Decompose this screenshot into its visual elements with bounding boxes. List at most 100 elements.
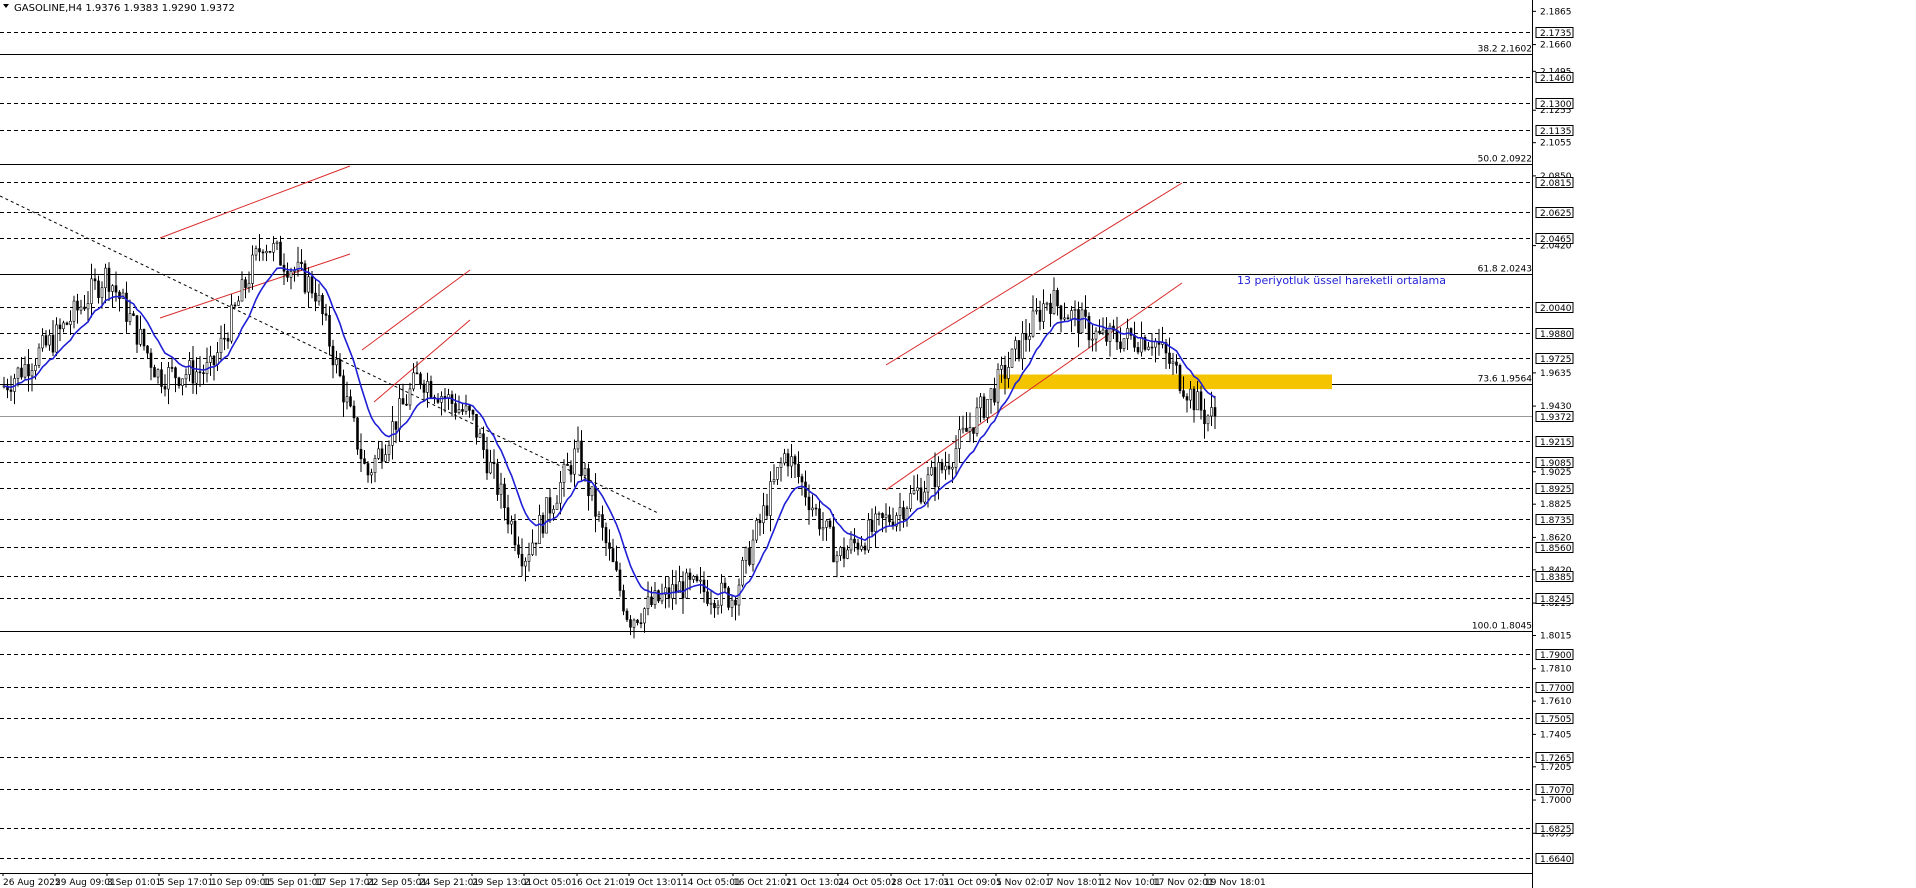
candle — [55, 317, 58, 356]
time-axis[interactable]: 26 Aug 2025 29 Aug 09:01 3 Sep 01:01 5 Sep … — [0, 873, 1532, 888]
candle — [898, 492, 902, 532]
candle — [321, 293, 324, 326]
candle — [713, 599, 716, 618]
candle — [839, 545, 842, 561]
time-tick-label: 26 Aug 2025 — [3, 878, 61, 888]
price-level-label: 1.8385 — [1540, 573, 1572, 583]
candle — [450, 390, 454, 417]
price-level-label: 2.1135 — [1540, 127, 1572, 137]
candle — [510, 515, 513, 535]
channel-line[interactable] — [373, 319, 471, 403]
candle — [328, 306, 331, 356]
candle — [1115, 316, 1119, 351]
candle — [415, 361, 419, 375]
price-tick-label: 1.9635 — [1540, 369, 1572, 379]
candle — [646, 581, 650, 616]
price-level-label: 1.9880 — [1540, 330, 1572, 340]
candle — [212, 354, 216, 381]
price-level-label: 2.1300 — [1540, 100, 1572, 110]
candle — [468, 404, 471, 418]
candle — [471, 409, 475, 421]
candle — [170, 357, 174, 373]
candle — [853, 528, 856, 552]
candle — [622, 584, 625, 616]
candle — [195, 357, 198, 395]
candle — [37, 343, 41, 369]
time-tick-label: 6 Oct 21:01 — [577, 878, 630, 888]
candle — [1059, 304, 1063, 333]
candle — [601, 505, 604, 541]
channel-line[interactable] — [159, 165, 351, 239]
candle — [1073, 300, 1077, 327]
candle — [1175, 354, 1178, 374]
candle — [674, 570, 678, 605]
fibonacci-levels[interactable]: 38.2 2.1602 50.0 2.0922 61.8 2.0243 73.6 1.… — [0, 45, 1532, 632]
candle — [485, 436, 489, 480]
candle — [1035, 298, 1038, 315]
candle — [835, 550, 839, 578]
candle — [86, 291, 90, 323]
candle — [377, 440, 380, 460]
chart-canvas[interactable]: 38.2 2.1602 50.0 2.0922 61.8 2.0243 73.6 1.… — [0, 0, 1532, 873]
price-level-label: 2.0815 — [1540, 179, 1572, 189]
candle — [1014, 336, 1017, 362]
candle — [825, 520, 828, 541]
candle — [856, 538, 860, 556]
candle — [993, 377, 996, 406]
collapse-arrow-icon[interactable] — [3, 4, 9, 8]
candle — [965, 412, 968, 432]
candle — [69, 310, 72, 335]
candle — [1077, 301, 1080, 348]
candle — [251, 245, 254, 290]
candle — [559, 470, 562, 515]
candle — [149, 348, 153, 381]
trend-lines[interactable] — [0, 165, 1183, 514]
candle — [118, 290, 121, 312]
candle — [958, 415, 961, 463]
channel-line[interactable] — [361, 269, 471, 351]
candle — [1017, 340, 1021, 362]
price-level-label: 1.9725 — [1540, 355, 1572, 365]
chart-area[interactable]: 38.2 2.1602 50.0 2.0922 61.8 2.0243 73.6 1.… — [0, 0, 1532, 873]
candle — [1056, 287, 1059, 316]
candle — [1126, 318, 1129, 351]
price-level-label: 1.8735 — [1540, 516, 1572, 526]
candle — [13, 373, 16, 405]
candle — [562, 459, 566, 497]
candle — [727, 586, 730, 611]
candle — [667, 577, 671, 608]
candle — [905, 506, 909, 527]
candle — [797, 451, 800, 484]
price-tick-label: 1.9430 — [1540, 402, 1572, 412]
candle — [982, 393, 986, 420]
candle — [216, 342, 219, 372]
time-tick-label: 24 Oct 05:01 — [838, 878, 897, 888]
candle — [1028, 323, 1031, 352]
candle — [1206, 414, 1210, 432]
candle — [608, 529, 611, 561]
candle — [422, 379, 426, 401]
candle — [1178, 363, 1182, 394]
candle — [867, 512, 870, 553]
candle — [916, 474, 919, 501]
candle — [300, 249, 303, 271]
candle — [531, 529, 534, 557]
candle — [156, 368, 160, 384]
price-level-label: 1.7700 — [1540, 684, 1572, 694]
candle — [685, 568, 688, 600]
candle — [814, 503, 818, 516]
candle — [975, 397, 979, 437]
candle — [6, 378, 9, 399]
candle — [387, 440, 391, 462]
candle — [695, 574, 699, 583]
price-axis[interactable]: 2.18652.16602.14952.12552.10552.08502.04… — [1532, 0, 1916, 888]
candle — [41, 328, 44, 352]
candle — [895, 512, 898, 532]
candle — [874, 506, 877, 548]
candle — [1021, 321, 1024, 371]
candle — [314, 278, 317, 312]
candle — [1087, 312, 1091, 349]
candle — [335, 350, 338, 374]
candle — [758, 513, 762, 536]
candle — [104, 263, 107, 304]
